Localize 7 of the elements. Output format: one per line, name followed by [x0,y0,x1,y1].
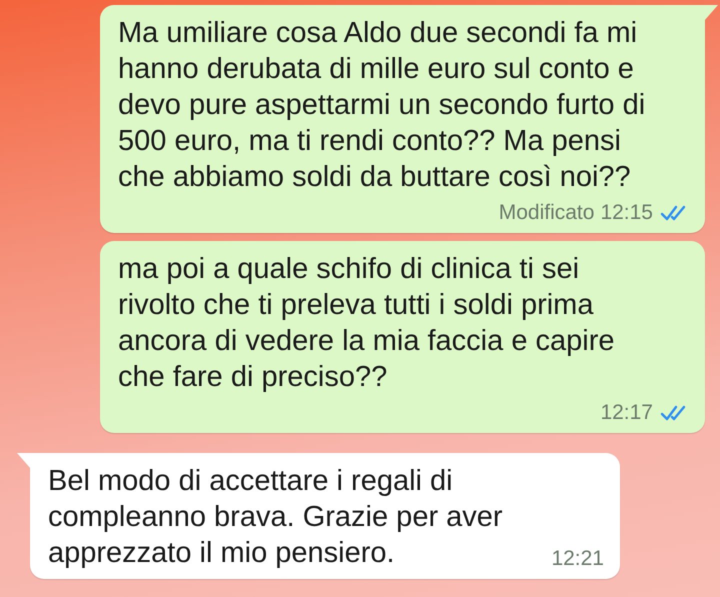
message-text: Bel modo di accettare i regali di compleanno brava. Grazie per aver apprezzato il mio pensiero. [48,464,503,571]
message-time: 12:17 [600,401,653,425]
message-text: ma poi a quale schifo di clinica ti sei rivolto che ti preleva tutti i soldi prima ancora di vedere la mia faccia e capire che fare di preciso?? [118,252,614,395]
message-text: Ma umiliare cosa Aldo due secondi fa mi hanno derubata di mille euro sul conto e devo pure aspettarmi un secondo furto di 500 euro, ma ti rendi conto?? Ma pensi che abbiamo soldi da buttare così noi?? [118,16,646,195]
edited-label: Modificato [498,201,594,225]
message-time: 12:15 [600,201,653,225]
message-time: 12:21 [551,547,604,571]
